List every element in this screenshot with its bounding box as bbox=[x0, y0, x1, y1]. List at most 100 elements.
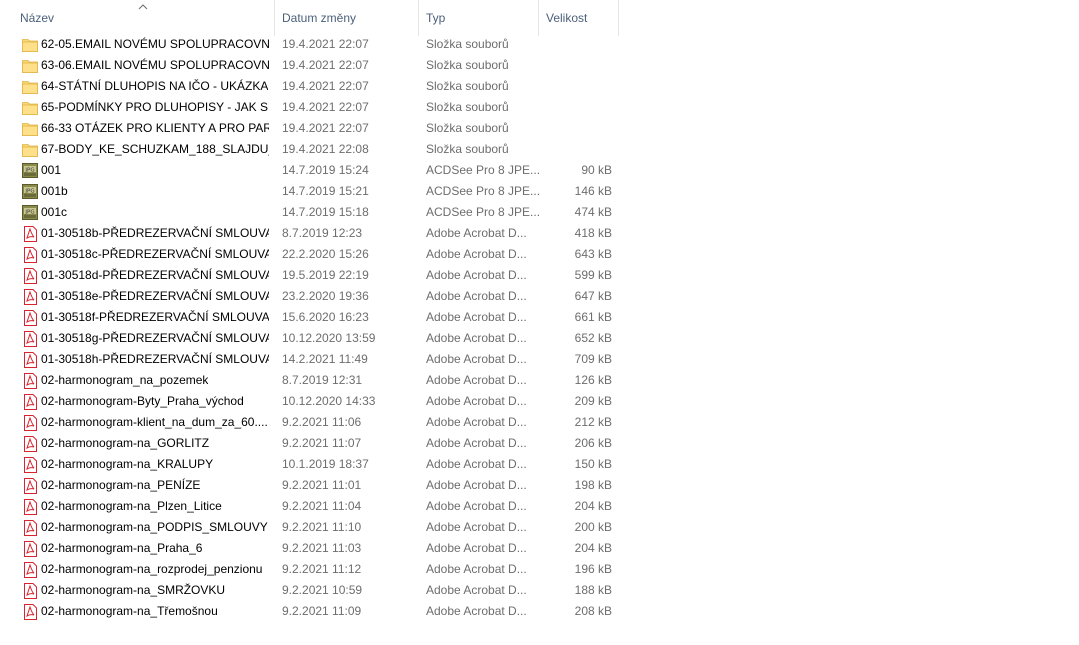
file-size: 146 kB bbox=[574, 184, 612, 198]
file-row[interactable]: 02-harmonogram-na_GORLITZ 9.2.2021 11:07 A… bbox=[0, 433, 620, 454]
file-name-cell[interactable]: 02-harmonogram-na_PENÍZE bbox=[0, 475, 275, 496]
pdf-icon bbox=[22, 351, 38, 368]
file-date: 9.2.2021 10:59 bbox=[282, 583, 363, 597]
file-row[interactable]: 02-harmonogram-na_Třemošnou 9.2.2021 11:0… bbox=[0, 601, 620, 622]
file-size: 652 kB bbox=[574, 331, 612, 345]
file-name-cell[interactable]: 62-05.EMAIL NOVÉMU SPOLUPRACOVNÍ... bbox=[0, 34, 275, 55]
file-name-cell[interactable]: 01-30518b-PŘEDREZERVAČNÍ SMLOUVA ... bbox=[0, 223, 275, 244]
file-row[interactable]: JPG 001 14.7.2019 15:24 ACDSee Pro 8 JPE...… bbox=[0, 160, 620, 181]
pdf-icon bbox=[22, 456, 38, 473]
file-row[interactable]: 01-30518h-PŘEDREZERVAČNÍ SMLOUVA ... 14.2… bbox=[0, 349, 620, 370]
column-header-date[interactable]: Datum změny bbox=[275, 0, 419, 36]
file-name-cell[interactable]: 67-BODY_KE_SCHUZKAM_188_SLAJDU_o... bbox=[0, 139, 275, 160]
column-header-type[interactable]: Typ bbox=[419, 0, 539, 36]
file-row[interactable]: 02-harmonogram-klient_na_dum_za_60.... 9.… bbox=[0, 412, 620, 433]
file-row[interactable]: 02-harmonogram-na_PODPIS_SMLOUVY 9.2.2021… bbox=[0, 517, 620, 538]
file-size bbox=[539, 34, 612, 55]
file-name: 01-30518e-PŘEDREZERVAČNÍ SMLOUVA ... bbox=[41, 289, 269, 303]
file-row[interactable]: 01-30518g-PŘEDREZERVAČNÍ SMLOUVA ... 10.1… bbox=[0, 328, 620, 349]
file-name-cell[interactable]: 02-harmonogram-na_KRALUPY bbox=[0, 454, 275, 475]
file-date: 14.7.2019 15:18 bbox=[282, 205, 369, 219]
file-name-cell[interactable]: 02-harmonogram-klient_na_dum_za_60.... bbox=[0, 412, 275, 433]
file-name: 02-harmonogram-na_KRALUPY bbox=[41, 457, 214, 471]
file-row[interactable]: 02-harmonogram-na_rozprodej_penzionu 9.2.… bbox=[0, 559, 620, 580]
file-type: Adobe Acrobat D... bbox=[426, 289, 527, 303]
jpeg-icon: JPG bbox=[22, 205, 38, 221]
file-type: Adobe Acrobat D... bbox=[426, 394, 527, 408]
file-name-cell[interactable]: 01-30518f-PŘEDREZERVAČNÍ SMLOUVA ... bbox=[0, 307, 275, 328]
file-name-cell[interactable]: 02-harmonogram-na_GORLITZ bbox=[0, 433, 275, 454]
file-type: Složka souborů bbox=[426, 58, 509, 72]
svg-text:JPG: JPG bbox=[24, 167, 34, 173]
folder-icon bbox=[22, 142, 38, 158]
file-size: 204 kB bbox=[574, 499, 612, 513]
file-date: 19.4.2021 22:07 bbox=[282, 58, 369, 72]
file-name-cell[interactable]: 65-PODMÍNKY PRO DLUHOPISY - JAK SE... bbox=[0, 97, 275, 118]
file-row[interactable]: 64-STÁTNÍ DLUHOPIS NA IČO - UKÁZKA 19.4.2… bbox=[0, 76, 620, 97]
file-name-cell[interactable]: 01-30518e-PŘEDREZERVAČNÍ SMLOUVA ... bbox=[0, 286, 275, 307]
file-name: 02-harmonogram-na_Plzen_Litice bbox=[41, 499, 222, 513]
file-name: 02-harmonogram-na_SMRŽOVKU bbox=[41, 583, 226, 597]
file-size: 418 kB bbox=[574, 226, 612, 240]
file-date: 19.4.2021 22:07 bbox=[282, 37, 369, 51]
file-name-cell[interactable]: 02-harmonogram-na_PODPIS_SMLOUVY bbox=[0, 517, 275, 538]
file-name-cell[interactable]: 02-harmonogram-na_Praha_6 bbox=[0, 538, 275, 559]
file-row[interactable]: 02-harmonogram_na_pozemek 8.7.2019 12:31 A… bbox=[0, 370, 620, 391]
file-name-cell[interactable]: 02-harmonogram-na_rozprodej_penzionu bbox=[0, 559, 275, 580]
file-name-cell[interactable]: 01-30518c-PŘEDREZERVAČNÍ SMLOUVA ... bbox=[0, 244, 275, 265]
file-row[interactable]: JPG 001c 14.7.2019 15:18 ACDSee Pro 8 JPE..… bbox=[0, 202, 620, 223]
file-name-cell[interactable]: 02-harmonogram-na_SMRŽOVKU bbox=[0, 580, 275, 601]
file-name-cell[interactable]: JPG 001 bbox=[0, 160, 275, 181]
file-date: 19.4.2021 22:08 bbox=[282, 142, 369, 156]
file-row[interactable]: JPG 001b 14.7.2019 15:21 ACDSee Pro 8 JPE..… bbox=[0, 181, 620, 202]
file-explorer-details-view: Název Datum změny Typ Velikost 62-05.EMA… bbox=[0, 0, 1079, 645]
file-row[interactable]: 02-harmonogram-na_SMRŽOVKU 9.2.2021 10:59… bbox=[0, 580, 620, 601]
column-header-name[interactable]: Název bbox=[0, 0, 275, 36]
file-row[interactable]: 02-harmonogram-Byty_Praha_východ 10.12.20… bbox=[0, 391, 620, 412]
file-row[interactable]: 02-harmonogram-na_KRALUPY 10.1.2019 18:37… bbox=[0, 454, 620, 475]
file-row[interactable]: 01-30518b-PŘEDREZERVAČNÍ SMLOUVA ... 8.7.… bbox=[0, 223, 620, 244]
svg-text:JPG: JPG bbox=[24, 188, 34, 194]
file-size: 198 kB bbox=[574, 478, 612, 492]
file-name-cell[interactable]: JPG 001b bbox=[0, 181, 275, 202]
file-name-cell[interactable]: 02-harmonogram_na_pozemek bbox=[0, 370, 275, 391]
column-header-date-label: Datum změny bbox=[282, 11, 357, 25]
file-date: 9.2.2021 11:09 bbox=[282, 604, 362, 618]
file-row[interactable]: 63-06.EMAIL NOVÉMU SPOLUPRACOVNÍ... 19.4.… bbox=[0, 55, 620, 76]
file-row[interactable]: 01-30518c-PŘEDREZERVAČNÍ SMLOUVA ... 22.2… bbox=[0, 244, 620, 265]
file-name-cell[interactable]: 63-06.EMAIL NOVÉMU SPOLUPRACOVNÍ... bbox=[0, 55, 275, 76]
file-name-cell[interactable]: 64-STÁTNÍ DLUHOPIS NA IČO - UKÁZKA bbox=[0, 76, 275, 97]
folder-icon bbox=[22, 100, 38, 116]
file-size bbox=[539, 76, 612, 97]
file-name: 65-PODMÍNKY PRO DLUHOPISY - JAK SE... bbox=[41, 100, 269, 114]
file-name: 001c bbox=[41, 205, 68, 219]
file-row[interactable]: 02-harmonogram-na_PENÍZE 9.2.2021 11:01 Ad… bbox=[0, 475, 620, 496]
file-row[interactable]: 65-PODMÍNKY PRO DLUHOPISY - JAK SE... 19.… bbox=[0, 97, 620, 118]
file-row[interactable]: 62-05.EMAIL NOVÉMU SPOLUPRACOVNÍ... 19.4.… bbox=[0, 34, 620, 55]
file-type: Adobe Acrobat D... bbox=[426, 499, 527, 513]
file-name-cell[interactable]: 01-30518d-PŘEDREZERVAČNÍ SMLOUVA ... bbox=[0, 265, 275, 286]
file-name-cell[interactable]: JPG 001c bbox=[0, 202, 275, 223]
file-row[interactable]: 01-30518d-PŘEDREZERVAČNÍ SMLOUVA ... 19.5… bbox=[0, 265, 620, 286]
file-size: 599 kB bbox=[574, 268, 612, 282]
file-name-cell[interactable]: 02-harmonogram-na_Třemošnou bbox=[0, 601, 275, 622]
file-name-cell[interactable]: 01-30518h-PŘEDREZERVAČNÍ SMLOUVA ... bbox=[0, 349, 275, 370]
file-name-cell[interactable]: 02-harmonogram-Byty_Praha_východ bbox=[0, 391, 275, 412]
file-type: Adobe Acrobat D... bbox=[426, 478, 527, 492]
file-row[interactable]: 02-harmonogram-na_Plzen_Litice 9.2.2021 1… bbox=[0, 496, 620, 517]
pdf-icon bbox=[22, 267, 38, 284]
file-row[interactable]: 01-30518e-PŘEDREZERVAČNÍ SMLOUVA ... 23.2… bbox=[0, 286, 620, 307]
file-row[interactable]: 01-30518f-PŘEDREZERVAČNÍ SMLOUVA ... 15.6… bbox=[0, 307, 620, 328]
file-size: 206 kB bbox=[574, 436, 612, 450]
file-name: 02-harmonogram-na_rozprodej_penzionu bbox=[41, 562, 263, 576]
column-header-size[interactable]: Velikost bbox=[539, 0, 619, 36]
file-name-cell[interactable]: 01-30518g-PŘEDREZERVAČNÍ SMLOUVA ... bbox=[0, 328, 275, 349]
file-name-cell[interactable]: 66-33 OTÁZEK PRO KLIENTY A PRO PART... bbox=[0, 118, 275, 139]
file-row[interactable]: 02-harmonogram-na_Praha_6 9.2.2021 11:03 A… bbox=[0, 538, 620, 559]
file-row[interactable]: 66-33 OTÁZEK PRO KLIENTY A PRO PART... 19… bbox=[0, 118, 620, 139]
file-name: 01-30518d-PŘEDREZERVAČNÍ SMLOUVA ... bbox=[41, 268, 269, 282]
file-row[interactable]: 67-BODY_KE_SCHUZKAM_188_SLAJDU_o... 19.4.… bbox=[0, 139, 620, 160]
file-size: 647 kB bbox=[574, 289, 612, 303]
file-size: 209 kB bbox=[574, 394, 612, 408]
file-name-cell[interactable]: 02-harmonogram-na_Plzen_Litice bbox=[0, 496, 275, 517]
